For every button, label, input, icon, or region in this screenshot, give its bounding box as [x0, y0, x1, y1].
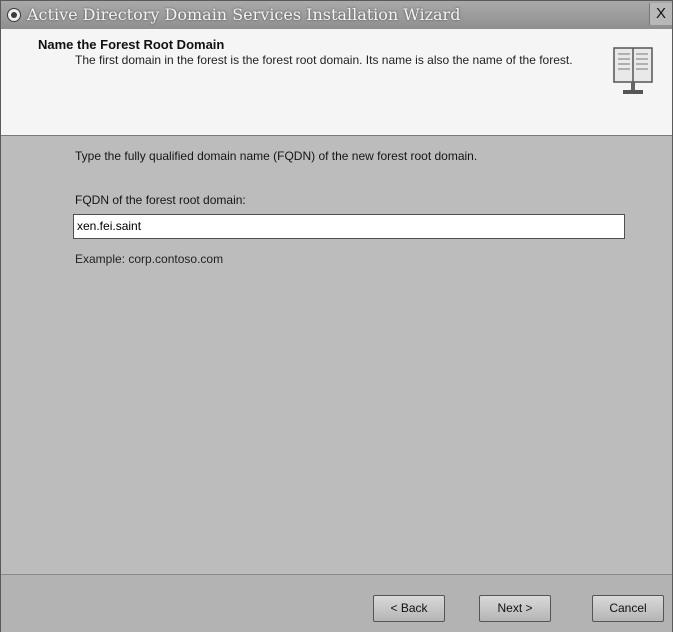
wizard-header: Name the Forest Root Domain The first do…: [1, 29, 672, 136]
page-title: Name the Forest Root Domain: [38, 37, 225, 52]
back-button[interactable]: < Back: [373, 595, 445, 622]
window-title: Active Directory Domain Services Install…: [27, 5, 461, 24]
app-icon: [7, 8, 21, 22]
page-description: The first domain in the forest is the fo…: [75, 53, 573, 67]
book-icon: [613, 47, 653, 94]
cancel-button[interactable]: Cancel: [592, 595, 664, 622]
example-text: Example: corp.contoso.com: [75, 252, 224, 266]
wizard-footer: < Back Next > Cancel: [1, 574, 672, 632]
instruction-text: Type the fully qualified domain name (FQ…: [75, 149, 478, 163]
close-button[interactable]: X: [649, 3, 672, 25]
fqdn-input[interactable]: xen.fei.saint: [73, 214, 625, 239]
fqdn-label: FQDN of the forest root domain:: [75, 193, 246, 207]
next-button[interactable]: Next >: [479, 595, 551, 622]
title-bar: Active Directory Domain Services Install…: [1, 1, 672, 30]
wizard-window: Active Directory Domain Services Install…: [0, 0, 673, 632]
wizard-content: Type the fully qualified domain name (FQ…: [1, 136, 672, 574]
